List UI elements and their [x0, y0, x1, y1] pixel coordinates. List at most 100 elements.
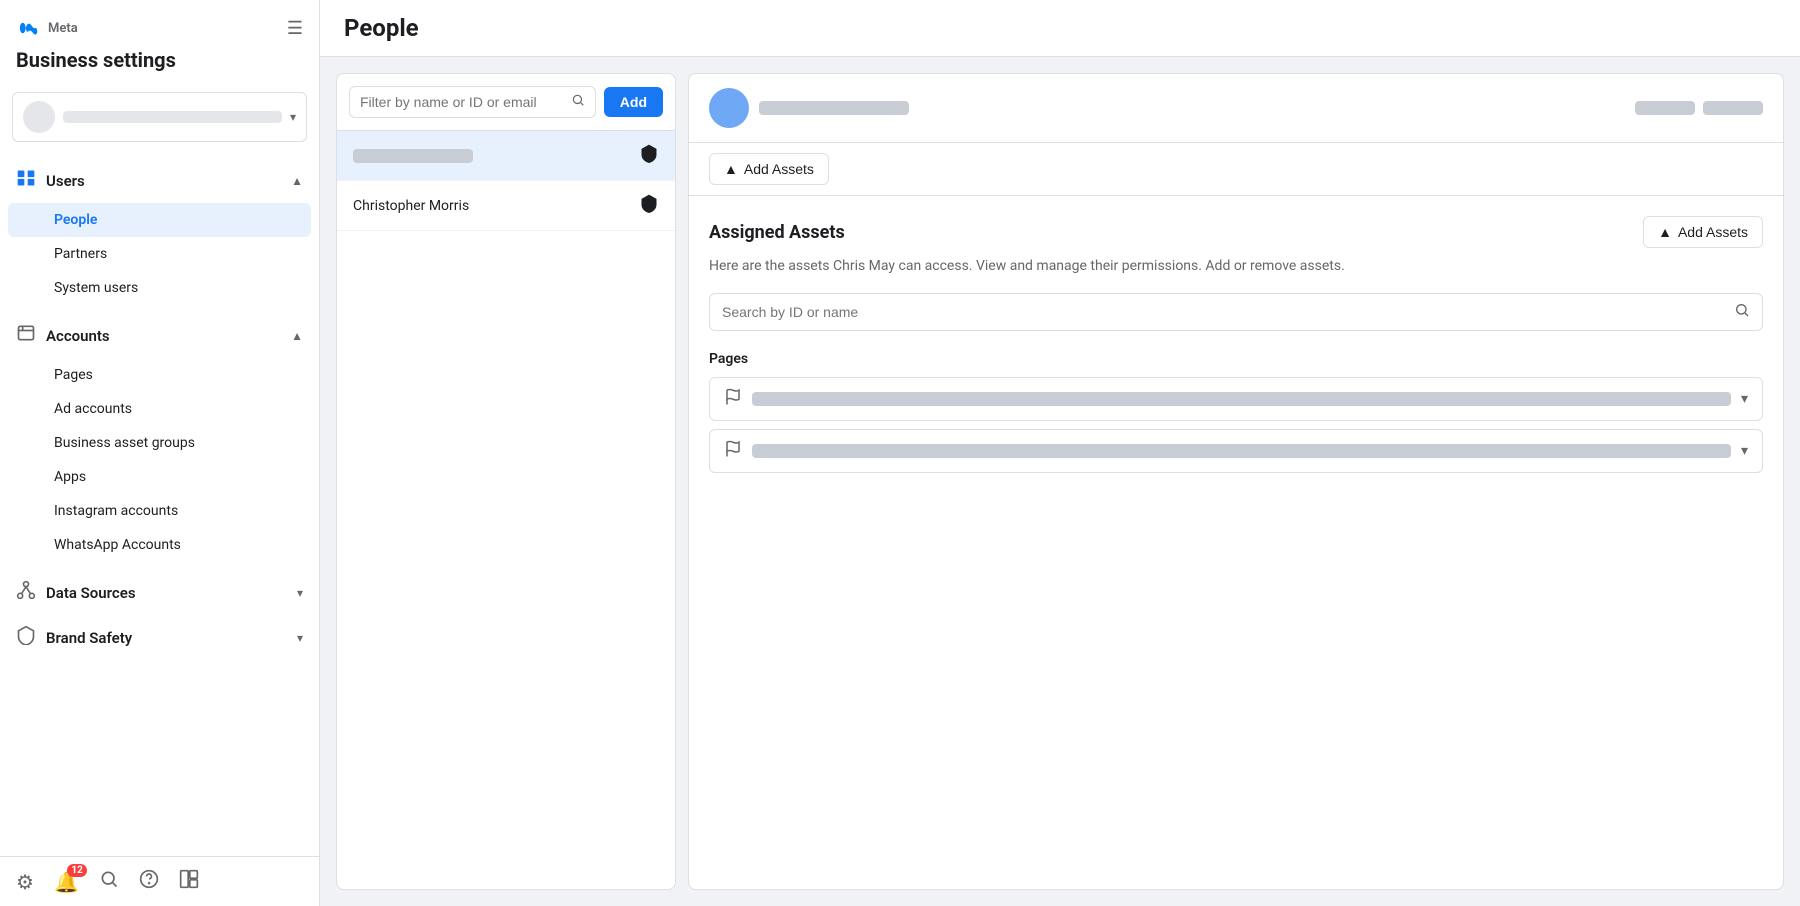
add-assets-label: Add Assets [744, 161, 814, 177]
nav-section-users: Users ▲ People Partners System users [0, 158, 319, 313]
person-name: Christopher Morris [353, 198, 469, 214]
users-nav-items: People Partners System users [0, 203, 319, 313]
settings-icon[interactable]: ⚙ [16, 870, 34, 894]
assigned-assets-header: Assigned Assets ▲ Add Assets [709, 216, 1763, 248]
notifications-icon[interactable]: 🔔 12 [54, 870, 79, 894]
list-item[interactable]: ▾ [709, 429, 1763, 473]
users-chevron-icon: ▲ [291, 174, 303, 188]
account-selector-chevron-icon: ▾ [290, 110, 296, 124]
sidebar-item-ad-accounts[interactable]: Ad accounts [8, 392, 311, 426]
user-name-blurred [759, 101, 909, 115]
users-label: Users [46, 172, 85, 190]
nav-section-data-sources: Data Sources ▾ [0, 570, 319, 615]
notification-badge: 12 [67, 864, 86, 877]
accounts-chevron-icon: ▲ [291, 329, 303, 343]
sidebar-bottom: ⚙ 🔔 12 [0, 856, 319, 906]
business-settings-title: Business settings [0, 48, 319, 84]
shield-icon [639, 193, 659, 218]
nav-section-brand-safety: Brand Safety ▾ [0, 615, 319, 660]
page-flag-icon [724, 388, 742, 410]
data-sources-label: Data Sources [46, 584, 136, 602]
list-item[interactable]: Christopher Morris [337, 181, 675, 231]
sidebar-header: Meta ☰ [0, 0, 319, 48]
sidebar-item-pages[interactable]: Pages [8, 358, 311, 392]
pages-section: Pages ▾ ▾ [709, 351, 1763, 473]
content-area: Add Christopher Morris [320, 57, 1800, 906]
accounts-nav-items: Pages Ad accounts Business asset groups … [0, 358, 319, 570]
sidebar-item-whatsapp-accounts[interactable]: WhatsApp Accounts [8, 528, 311, 562]
assigned-assets-title: Assigned Assets [709, 222, 845, 243]
shield-icon [639, 143, 659, 168]
users-icon [16, 168, 36, 193]
brand-safety-chevron-icon: ▾ [297, 631, 303, 645]
users-section-header[interactable]: Users ▲ [0, 158, 319, 203]
add-assets-btn-icon: ▲ [1658, 224, 1672, 240]
user-info [709, 88, 909, 128]
sidebar-item-system-users[interactable]: System users [8, 271, 311, 305]
asset-search-input[interactable] [722, 304, 1726, 320]
page-flag-icon [724, 440, 742, 462]
help-icon[interactable] [139, 869, 159, 894]
asset-search-icon [1734, 302, 1750, 322]
sidebar: Meta ☰ Business settings ▾ Users ▲ Peopl… [0, 0, 320, 906]
data-sources-section-title: Data Sources [16, 580, 136, 605]
sidebar-item-partners[interactable]: Partners [8, 237, 311, 271]
assets-content: Assigned Assets ▲ Add Assets Here are th… [689, 196, 1783, 889]
account-name [63, 111, 282, 123]
meta-logo: Meta [16, 16, 78, 40]
users-section-title: Users [16, 168, 85, 193]
page-chevron-icon: ▾ [1741, 391, 1748, 407]
search-input-wrapper[interactable] [349, 86, 596, 118]
asset-search-bar[interactable] [709, 293, 1763, 331]
header-actions [1635, 101, 1763, 115]
hamburger-menu-icon[interactable]: ☰ [287, 18, 303, 39]
search-icon [571, 93, 585, 111]
data-sources-chevron-icon: ▾ [297, 586, 303, 600]
account-avatar [23, 101, 55, 133]
page-name-blurred [752, 392, 1731, 406]
header-action-blurred-2 [1703, 101, 1763, 115]
accounts-section-header[interactable]: Accounts ▲ [0, 313, 319, 358]
data-sources-icon [16, 580, 36, 605]
page-name-blurred [752, 444, 1731, 458]
page-chevron-icon: ▾ [1741, 443, 1748, 459]
add-person-button[interactable]: Add [604, 87, 663, 117]
data-sources-section-header[interactable]: Data Sources ▾ [0, 570, 319, 615]
brand-safety-section-title: Brand Safety [16, 625, 132, 650]
brand-safety-label: Brand Safety [46, 629, 132, 647]
assigned-add-assets-button[interactable]: ▲ Add Assets [1643, 216, 1763, 248]
header-action-blurred-1 [1635, 101, 1695, 115]
sidebar-item-instagram-accounts[interactable]: Instagram accounts [8, 494, 311, 528]
person-name-blurred [353, 149, 473, 163]
account-selector[interactable]: ▾ [12, 92, 307, 142]
assigned-add-assets-label: Add Assets [1678, 224, 1748, 240]
brand-safety-section-header[interactable]: Brand Safety ▾ [0, 615, 319, 660]
pages-section-label: Pages [709, 351, 1763, 367]
main-header: People [320, 0, 1800, 57]
list-item[interactable]: ▾ [709, 377, 1763, 421]
search-input[interactable] [360, 94, 565, 110]
page-title: People [344, 14, 1776, 42]
main-content: People Add Ch [320, 0, 1800, 906]
add-assets-triangle-icon: ▲ [724, 161, 738, 177]
assigned-assets-description: Here are the assets Chris May can access… [709, 256, 1763, 277]
brand-safety-icon [16, 625, 36, 650]
search-icon[interactable] [99, 869, 119, 894]
list-item[interactable] [337, 131, 675, 181]
people-panel: Add Christopher Morris [336, 73, 676, 890]
add-assets-bar: ▲ Add Assets [689, 143, 1783, 196]
nav-section-accounts: Accounts ▲ Pages Ad accounts Business as… [0, 313, 319, 570]
sidebar-item-people[interactable]: People [8, 203, 311, 237]
add-assets-button[interactable]: ▲ Add Assets [709, 153, 829, 185]
accounts-label: Accounts [46, 327, 110, 345]
accounts-section-title: Accounts [16, 323, 110, 348]
layout-icon[interactable] [179, 869, 199, 894]
assets-panel: ▲ Add Assets Assigned Assets ▲ Add Asset… [688, 73, 1784, 890]
assets-panel-header [689, 74, 1783, 143]
people-search-bar: Add [337, 74, 675, 131]
accounts-icon [16, 323, 36, 348]
sidebar-item-business-asset-groups[interactable]: Business asset groups [8, 426, 311, 460]
sidebar-item-apps[interactable]: Apps [8, 460, 311, 494]
user-avatar [709, 88, 749, 128]
meta-logo-text: Meta [48, 21, 78, 36]
